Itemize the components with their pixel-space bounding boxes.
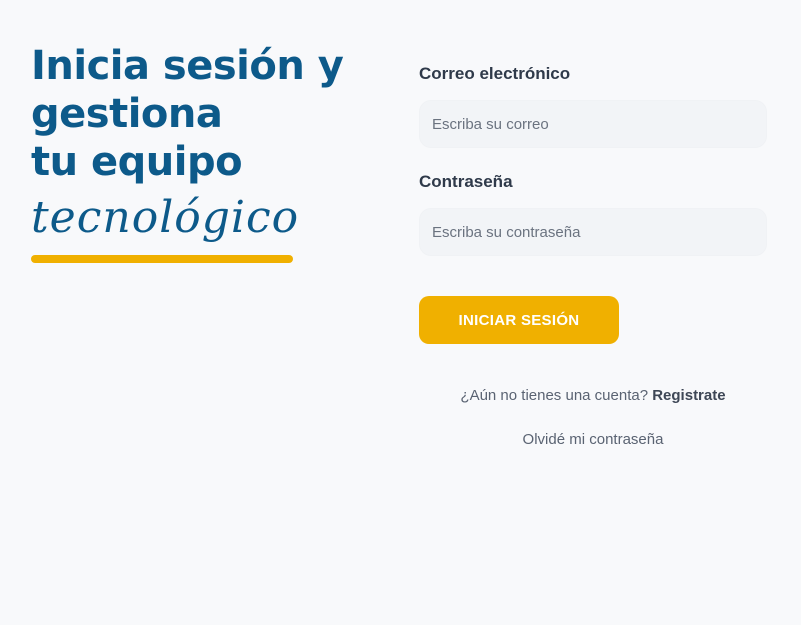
email-field[interactable]	[419, 100, 767, 148]
password-field[interactable]	[419, 208, 767, 256]
hero-line-2: gestiona	[31, 91, 223, 137]
signup-line: ¿Aún no tienes una cuenta? Registrate	[419, 384, 767, 408]
hero-script-word: tecnológico	[31, 192, 300, 243]
forgot-password-link[interactable]: Olvidé mi contraseña	[523, 428, 664, 452]
hero-line-1: Inicia sesión y	[31, 43, 344, 89]
auth-links: ¿Aún no tienes una cuenta? Registrate Ol…	[419, 384, 767, 452]
password-label: Contraseña	[419, 172, 513, 191]
signup-prompt: ¿Aún no tienes una cuenta?	[460, 387, 649, 404]
login-button[interactable]: INICIAR SESIÓN	[419, 296, 619, 344]
hero-underline	[31, 255, 293, 263]
email-label: Correo electrónico	[419, 64, 571, 83]
login-form: Correo electrónico Contraseña INICIAR SE…	[419, 64, 767, 344]
register-link[interactable]: Registrate	[652, 387, 725, 404]
hero-line-3: tu equipo	[31, 139, 243, 185]
hero-heading: Inicia sesión y gestiona tu equipo tecno…	[31, 42, 391, 263]
